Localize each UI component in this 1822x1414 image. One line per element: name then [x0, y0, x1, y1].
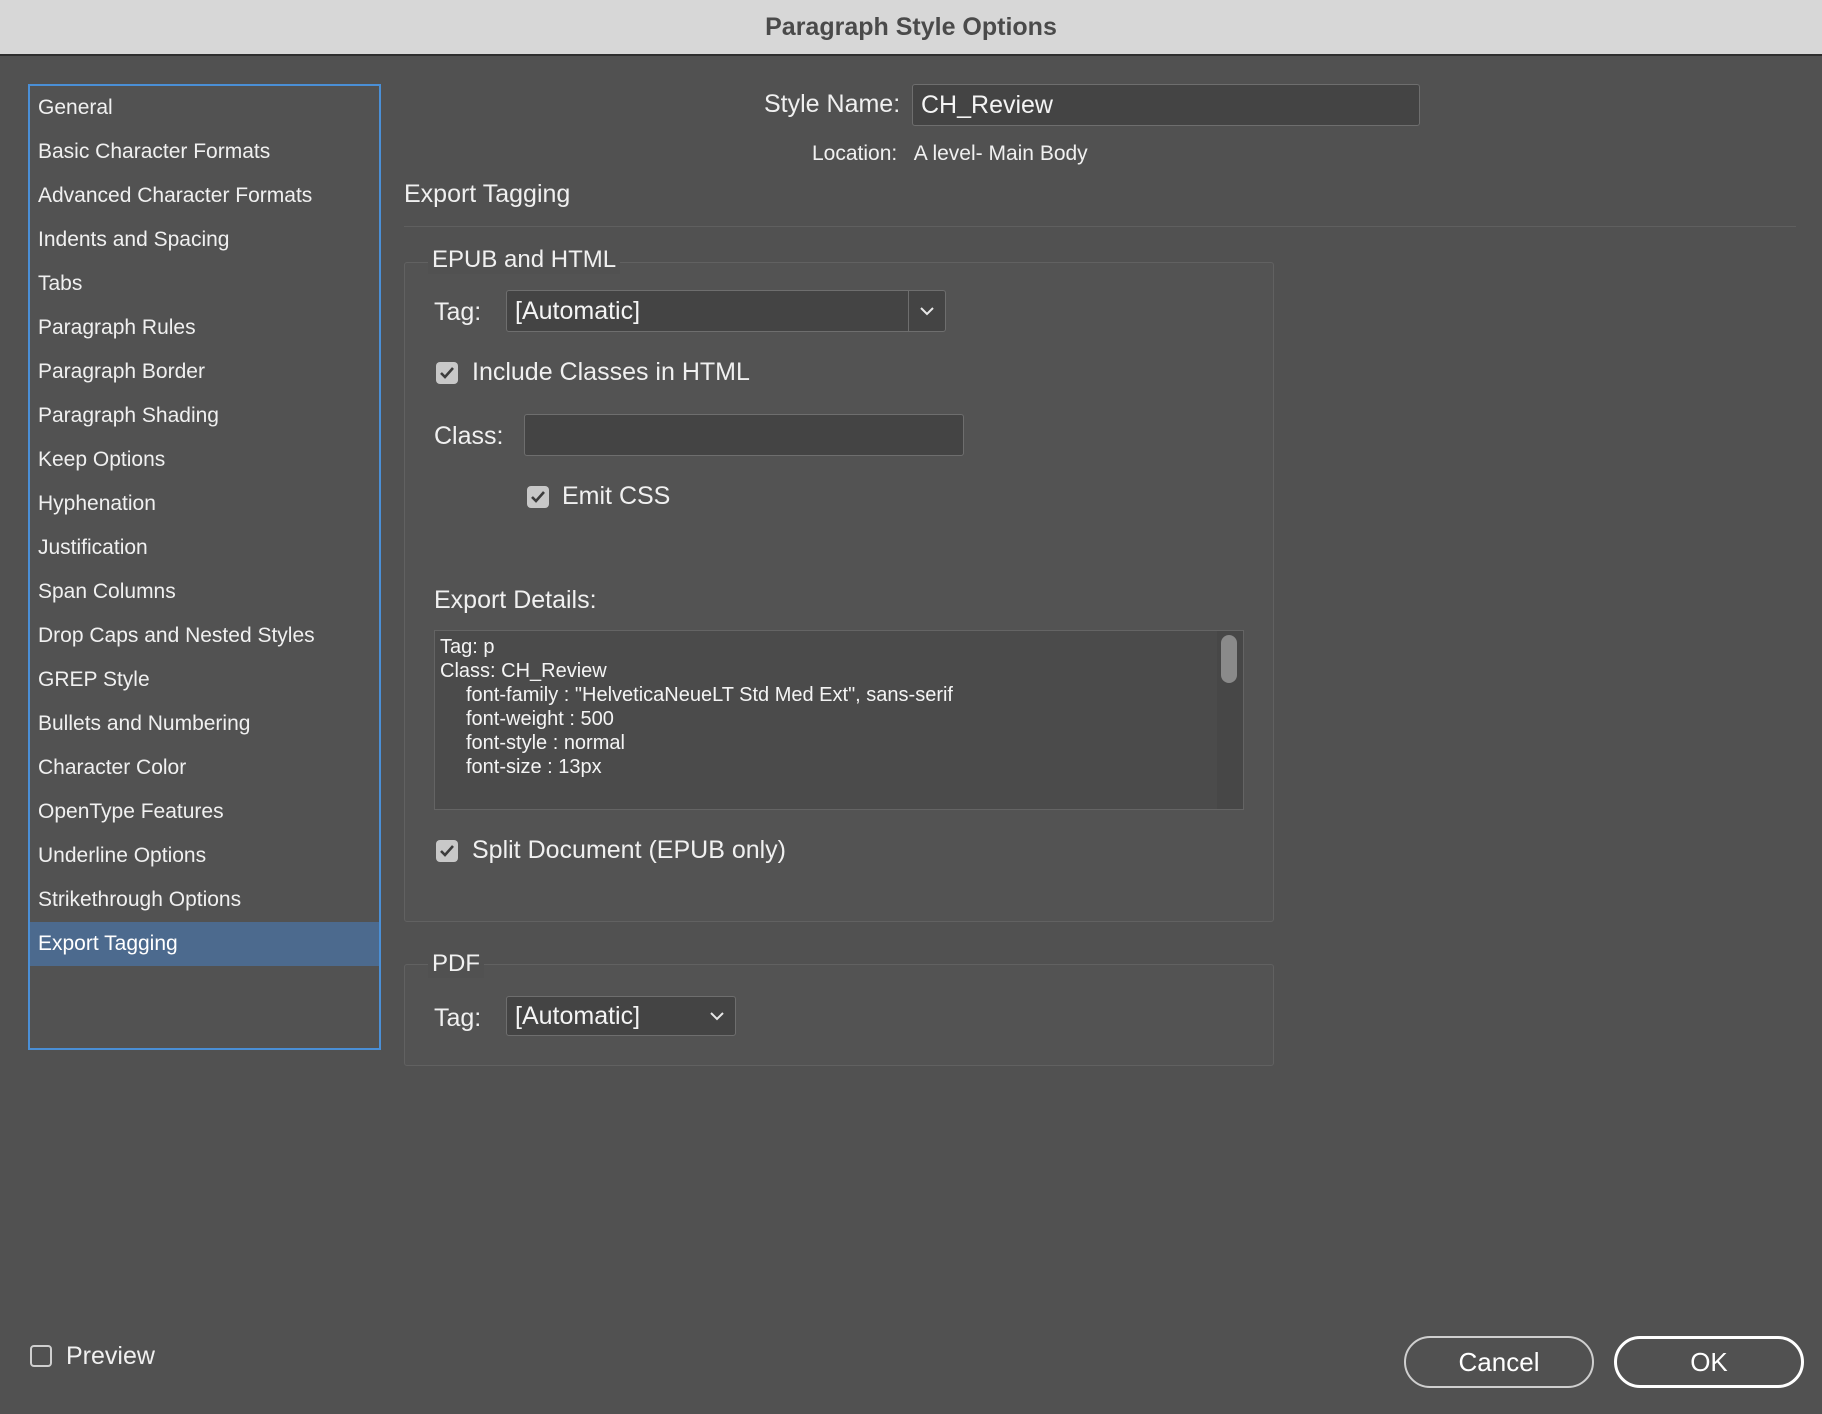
- sidebar-item-hyphenation[interactable]: Hyphenation: [30, 482, 379, 526]
- location-row: Location: A level- Main Body: [812, 142, 1088, 166]
- checkmark-icon: [531, 491, 545, 503]
- cancel-button[interactable]: Cancel: [1404, 1336, 1594, 1388]
- sidebar-item-underline-options[interactable]: Underline Options: [30, 834, 379, 878]
- epub-tag-value: [Automatic]: [515, 296, 641, 325]
- category-list-items: General Basic Character Formats Advanced C…: [30, 86, 379, 966]
- sidebar-item-paragraph-border[interactable]: Paragraph Border: [30, 350, 379, 394]
- chevron-down-icon: [699, 1011, 735, 1021]
- style-name-value: CH_Review: [921, 90, 1053, 119]
- sidebar-item-drop-caps-and-nested-styles[interactable]: Drop Caps and Nested Styles: [30, 614, 379, 658]
- section-divider: [404, 226, 1796, 227]
- export-details-box[interactable]: Tag: p Class: CH_Review font-family : "H…: [434, 630, 1244, 810]
- sidebar-item-advanced-character-formats[interactable]: Advanced Character Formats: [30, 174, 379, 218]
- sidebar-item-paragraph-rules[interactable]: Paragraph Rules: [30, 306, 379, 350]
- scrollbar-thumb[interactable]: [1221, 635, 1237, 683]
- section-title: Export Tagging: [404, 180, 571, 208]
- style-name-label: Style Name:: [764, 90, 901, 118]
- sidebar-item-strikethrough-options[interactable]: Strikethrough Options: [30, 878, 379, 922]
- style-name-input[interactable]: CH_Review: [912, 84, 1420, 126]
- sidebar-item-indents-and-spacing[interactable]: Indents and Spacing: [30, 218, 379, 262]
- emit-css-label: Emit CSS: [562, 482, 671, 510]
- sidebar-item-keep-options[interactable]: Keep Options: [30, 438, 379, 482]
- epub-html-group-title: EPUB and HTML: [428, 246, 621, 274]
- sidebar-item-tabs[interactable]: Tabs: [30, 262, 379, 306]
- sidebar-item-basic-character-formats[interactable]: Basic Character Formats: [30, 130, 379, 174]
- checkmark-icon: [440, 845, 454, 857]
- sidebar-item-justification[interactable]: Justification: [30, 526, 379, 570]
- title-bar: Paragraph Style Options: [0, 0, 1822, 56]
- export-details-line: font-weight : 500: [466, 708, 614, 730]
- export-details-line: font-family : "HelveticaNeueLT Std Med E…: [466, 684, 953, 706]
- export-details-scrollbar[interactable]: [1217, 631, 1243, 809]
- sidebar-item-character-color[interactable]: Character Color: [30, 746, 379, 790]
- sidebar-item-span-columns[interactable]: Span Columns: [30, 570, 379, 614]
- sidebar-item-paragraph-shading[interactable]: Paragraph Shading: [30, 394, 379, 438]
- pdf-tag-label: Tag:: [434, 1004, 482, 1032]
- class-label: Class:: [434, 422, 504, 450]
- export-details-line: Tag: p: [440, 636, 495, 658]
- ok-button[interactable]: OK: [1614, 1336, 1804, 1388]
- split-document-label: Split Document (EPUB only): [472, 836, 787, 864]
- location-label: Location:: [812, 142, 898, 165]
- export-details-label: Export Details:: [434, 586, 597, 614]
- class-input[interactable]: [524, 414, 964, 456]
- export-details-line: font-style : normal: [466, 732, 625, 754]
- window-title: Paragraph Style Options: [765, 12, 1057, 41]
- export-details-line: font-size : 13px: [466, 756, 602, 778]
- split-document-checkbox[interactable]: [436, 840, 458, 862]
- pdf-tag-value: [Automatic]: [515, 1001, 641, 1030]
- sidebar-item-opentype-features[interactable]: OpenType Features: [30, 790, 379, 834]
- epub-tag-select[interactable]: [Automatic]: [506, 290, 946, 332]
- location-value: A level- Main Body: [913, 142, 1088, 165]
- cancel-button-label: Cancel: [1458, 1346, 1540, 1377]
- sidebar-item-grep-style[interactable]: GREP Style: [30, 658, 379, 702]
- chevron-down-icon: [908, 291, 945, 331]
- emit-css-checkbox[interactable]: [527, 486, 549, 508]
- checkmark-icon: [440, 367, 454, 379]
- preview-label: Preview: [66, 1342, 155, 1370]
- export-details-line: Class: CH_Review: [440, 660, 607, 682]
- sidebar-item-export-tagging[interactable]: Export Tagging: [30, 922, 379, 966]
- sidebar-item-bullets-and-numbering[interactable]: Bullets and Numbering: [30, 702, 379, 746]
- pdf-group-title: PDF: [428, 950, 484, 978]
- epub-tag-label: Tag:: [434, 298, 482, 326]
- include-classes-label: Include Classes in HTML: [472, 358, 750, 386]
- sidebar-item-general[interactable]: General: [30, 86, 379, 130]
- preview-checkbox[interactable]: [30, 1345, 52, 1367]
- pdf-tag-select[interactable]: [Automatic]: [506, 996, 736, 1036]
- category-list[interactable]: General Basic Character Formats Advanced C…: [28, 84, 381, 1050]
- include-classes-checkbox[interactable]: [436, 362, 458, 384]
- ok-button-label: OK: [1690, 1346, 1728, 1377]
